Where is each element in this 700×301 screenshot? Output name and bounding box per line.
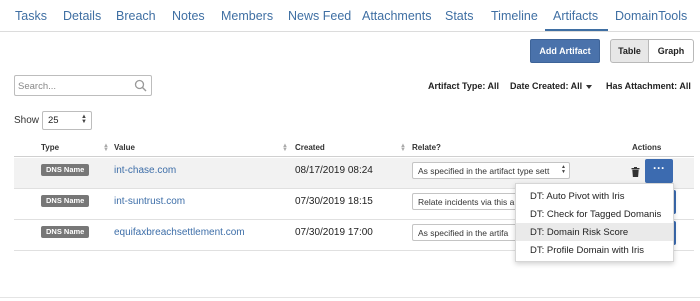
menu-item-check-tagged[interactable]: DT: Check for Tagged Domanis <box>516 205 673 223</box>
artifact-type-filter[interactable]: Artifact Type: All <box>428 81 499 91</box>
select-arrows-icon: ▲▼ <box>81 114 87 125</box>
column-header-relate[interactable]: Relate? <box>412 143 441 152</box>
tab-attachments[interactable]: Attachments <box>362 9 431 23</box>
date-created-filter[interactable]: Date Created: All <box>510 81 593 91</box>
artifact-value-link[interactable]: int-chase.com <box>114 165 176 176</box>
graph-view-toggle[interactable]: Graph <box>648 39 694 63</box>
created-date: 07/30/2019 18:15 <box>295 196 373 207</box>
tab-details[interactable]: Details <box>63 9 101 23</box>
sort-icon[interactable]: ▲ ▼ <box>103 143 109 153</box>
type-badge: DNS Name <box>41 226 90 238</box>
table-view-toggle[interactable]: Table <box>610 39 649 63</box>
tab-tasks[interactable]: Tasks <box>15 9 47 23</box>
sort-icon[interactable]: ▲ ▼ <box>282 143 288 153</box>
tab-notes[interactable]: Notes <box>172 9 205 23</box>
show-label: Show <box>14 115 40 126</box>
search-box <box>14 75 152 96</box>
type-badge: DNS Name <box>41 164 90 176</box>
actions-menu-button[interactable]: ··· <box>645 159 673 183</box>
tab-artifacts[interactable]: Artifacts <box>553 9 598 23</box>
search-input[interactable] <box>18 78 128 94</box>
menu-item-profile-domain[interactable]: DT: Profile Domain with Iris <box>516 241 673 259</box>
tab-timeline[interactable]: Timeline <box>491 9 538 23</box>
column-header-value[interactable]: Value <box>114 143 135 152</box>
tab-news-feed[interactable]: News Feed <box>288 9 351 23</box>
divider <box>0 297 700 298</box>
table-header: Type ▲ ▼ Value ▲ ▼ Created ▲ ▼ Relate? Acti… <box>14 140 694 157</box>
column-header-type[interactable]: Type <box>41 143 59 152</box>
relate-value: As specified in the artifact type sett <box>418 166 550 176</box>
artifact-value-link[interactable]: equifaxbreachsettlement.com <box>114 227 245 238</box>
tab-domaintools[interactable]: DomainTools <box>615 9 687 23</box>
has-attachment-filter[interactable]: Has Attachment: All <box>606 81 691 91</box>
created-date: 08/17/2019 08:24 <box>295 165 373 176</box>
type-badge: DNS Name <box>41 195 90 207</box>
menu-item-risk-score[interactable]: DT: Domain Risk Score <box>516 223 673 241</box>
chevron-down-icon <box>586 84 593 89</box>
date-created-filter-label: Date Created: All <box>510 81 583 91</box>
select-arrows-icon: ▲▼ <box>561 164 566 175</box>
actions-dropdown-menu: DT: Auto Pivot with Iris DT: Check for T… <box>515 183 674 262</box>
add-artifact-button[interactable]: Add Artifact <box>530 39 600 63</box>
page-size-select[interactable]: 25 ▲ ▼ <box>42 111 92 130</box>
created-date: 07/30/2019 17:00 <box>295 227 373 238</box>
tab-stats[interactable]: Stats <box>445 9 474 23</box>
search-icon[interactable] <box>134 79 147 92</box>
tab-bar: Tasks Details Breach Notes Members News … <box>0 0 700 32</box>
tab-breach[interactable]: Breach <box>116 9 156 23</box>
relate-value: Relate incidents via this a <box>418 197 515 207</box>
active-tab-indicator <box>545 29 608 31</box>
relate-select[interactable]: As specified in the artifact type sett ▲ ▼ <box>412 162 570 179</box>
column-header-created[interactable]: Created <box>295 143 325 152</box>
relate-value: As specified in the artifa <box>418 228 509 238</box>
page-size-value: 25 <box>48 115 59 126</box>
menu-item-auto-pivot[interactable]: DT: Auto Pivot with Iris <box>516 187 673 205</box>
artifact-value-link[interactable]: int-suntrust.com <box>114 196 185 207</box>
tab-members[interactable]: Members <box>221 9 273 23</box>
column-header-actions: Actions <box>632 143 662 152</box>
trash-icon[interactable] <box>631 167 640 177</box>
sort-icon[interactable]: ▲ ▼ <box>400 143 406 153</box>
